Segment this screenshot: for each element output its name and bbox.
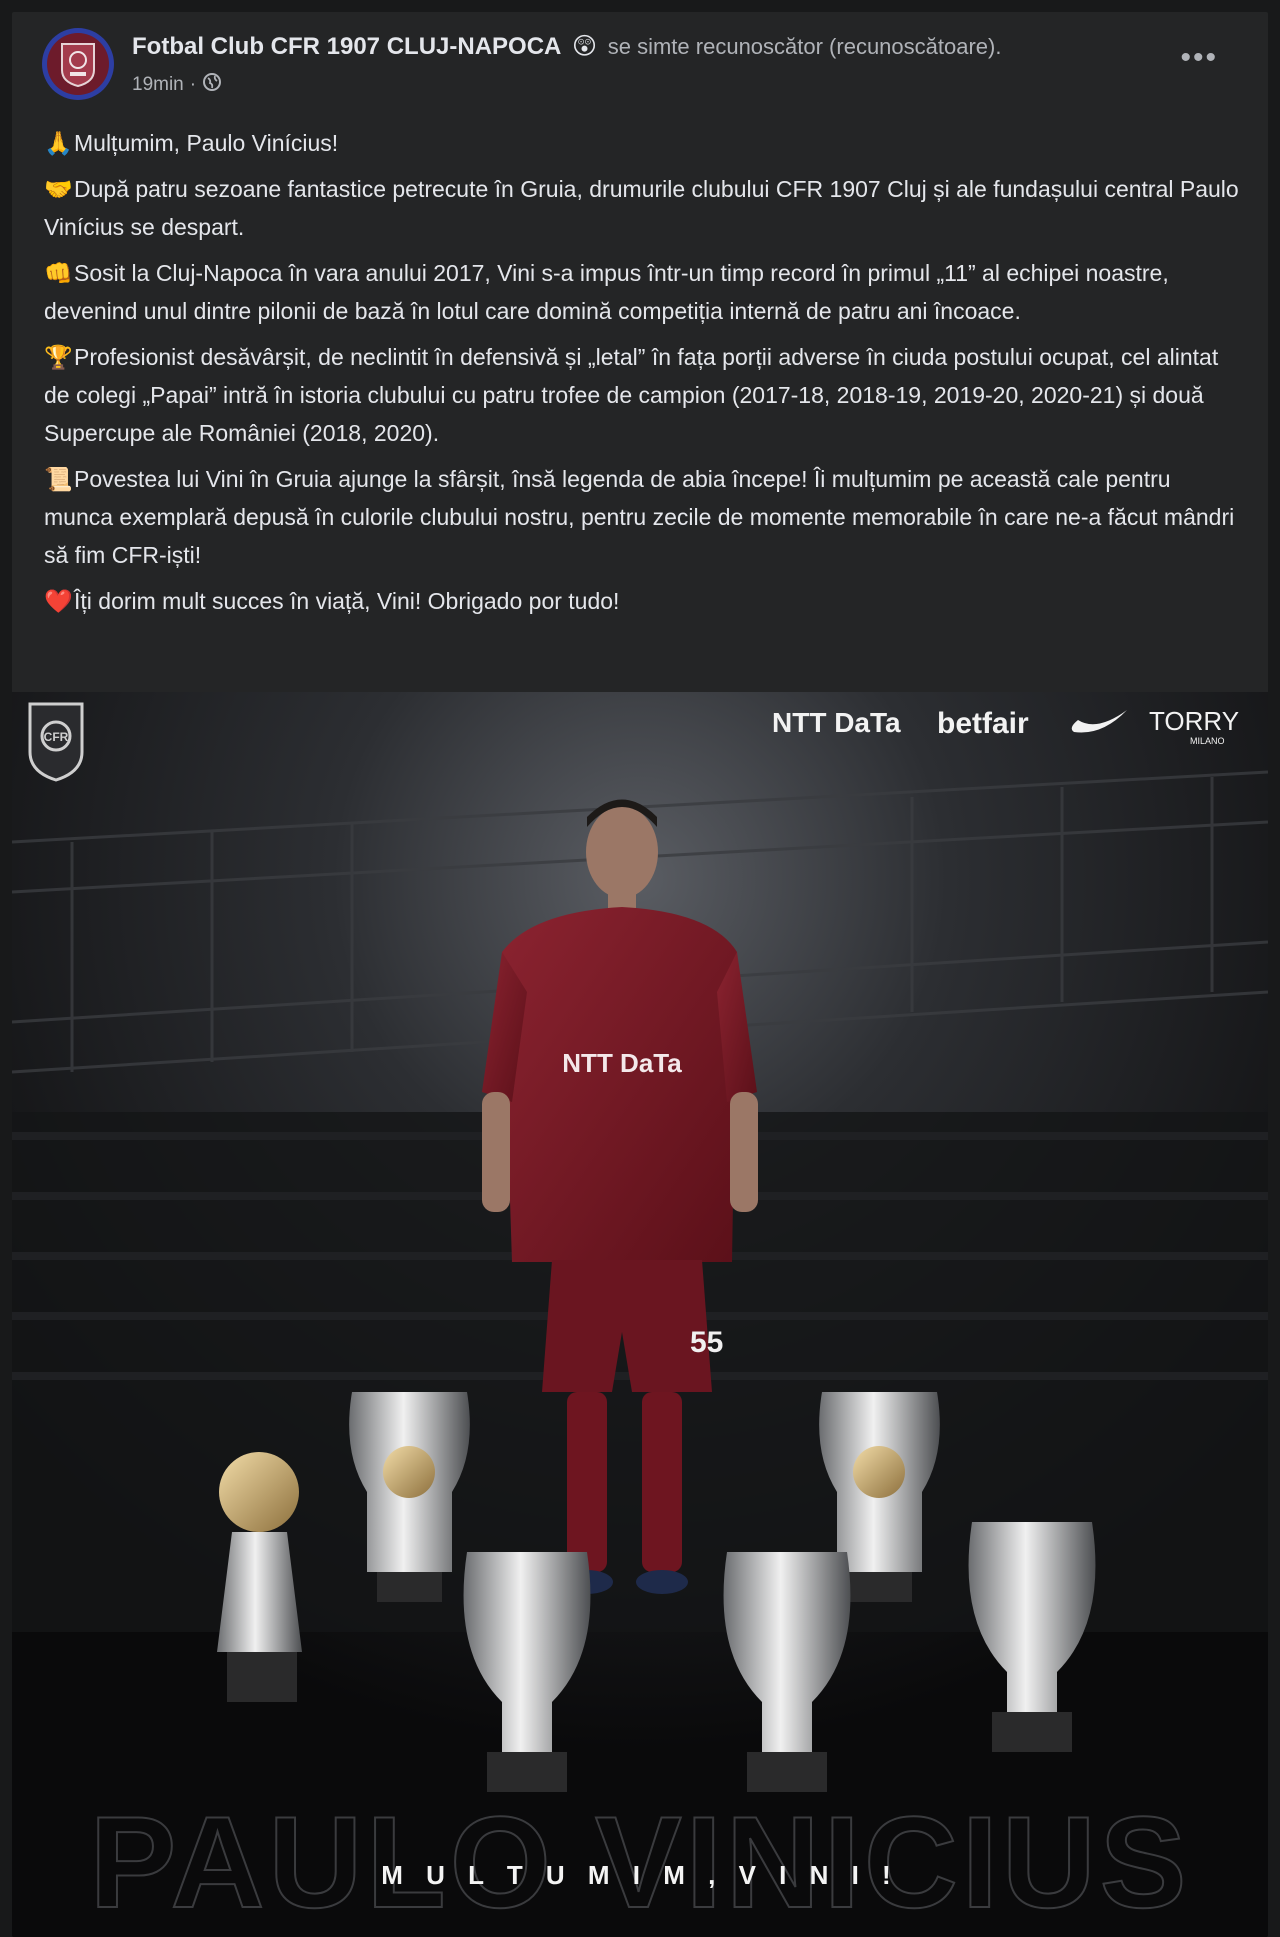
trophy-supercup-left (349, 1392, 470, 1602)
post-header: Fotbal Club CFR 1907 CLUJ-NAPOCA 😲 se si… (12, 12, 1268, 112)
post-paragraph: 📜Povestea lui Vini în Gruia ajunge la sf… (44, 460, 1244, 574)
post-paragraph: 🏆Profesionist desăvârșit, de neclintit î… (44, 338, 1244, 452)
sponsor-torry: TORRY (1149, 706, 1239, 736)
scroll-icon: 📜 (44, 466, 73, 492)
page-name[interactable]: Fotbal Club CFR 1907 CLUJ-NAPOCA (132, 33, 561, 60)
post-photo[interactable]: CFR NTT DaTa betfair TORRY MILANO PAULO … (12, 692, 1268, 1937)
image-caption: M U L T U M I M , V I N I ! (381, 1860, 898, 1890)
sponsor-ntt-data: NTT DaTa (772, 707, 901, 738)
club-crest-icon (47, 33, 109, 95)
handshake-icon: 🤝 (44, 176, 73, 202)
page-avatar[interactable] (42, 28, 114, 100)
post-paragraph: 👊Sosit la Cluj-Napoca în vara anului 201… (44, 254, 1244, 330)
club-crest-logo: CFR (28, 702, 84, 782)
post-paragraph: ❤️Îți dorim mult succes în viață, Vini! … (44, 582, 1244, 620)
globe-icon[interactable] (202, 72, 222, 98)
heart-icon: ❤️ (44, 588, 73, 614)
sponsor-betfair: betfair (937, 707, 1029, 740)
more-options-icon[interactable]: ••• (1180, 43, 1218, 73)
post-paragraph: 🤝După patru sezoane fantastice petrecute… (44, 170, 1244, 246)
shorts-number: 55 (690, 1326, 723, 1359)
post-paragraph: 🙏Mulțumim, Paulo Vinícius! (44, 124, 1244, 162)
feeling-text: se simte recunoscător (recunoscătoare). (607, 34, 1002, 59)
post-time[interactable]: 19min (132, 74, 184, 96)
shirt-sponsor: NTT DaTa (562, 1048, 682, 1078)
post-text: 🙏Mulțumim, Paulo Vinícius! 🤝După patru s… (44, 124, 1244, 628)
svg-text:CFR: CFR (44, 730, 69, 744)
sponsor-torry-sub: MILANO (1190, 736, 1225, 746)
facebook-post: Fotbal Club CFR 1907 CLUJ-NAPOCA 😲 se si… (12, 12, 1268, 1937)
trophy-golden-ball (217, 1452, 302, 1702)
trophy-icon: 🏆 (44, 344, 73, 370)
praying-hands-icon: 🙏 (44, 130, 73, 156)
post-meta: 19min · (132, 72, 222, 98)
feeling-emoji-icon: 😲 (572, 33, 598, 60)
fist-icon: 👊 (44, 260, 73, 286)
